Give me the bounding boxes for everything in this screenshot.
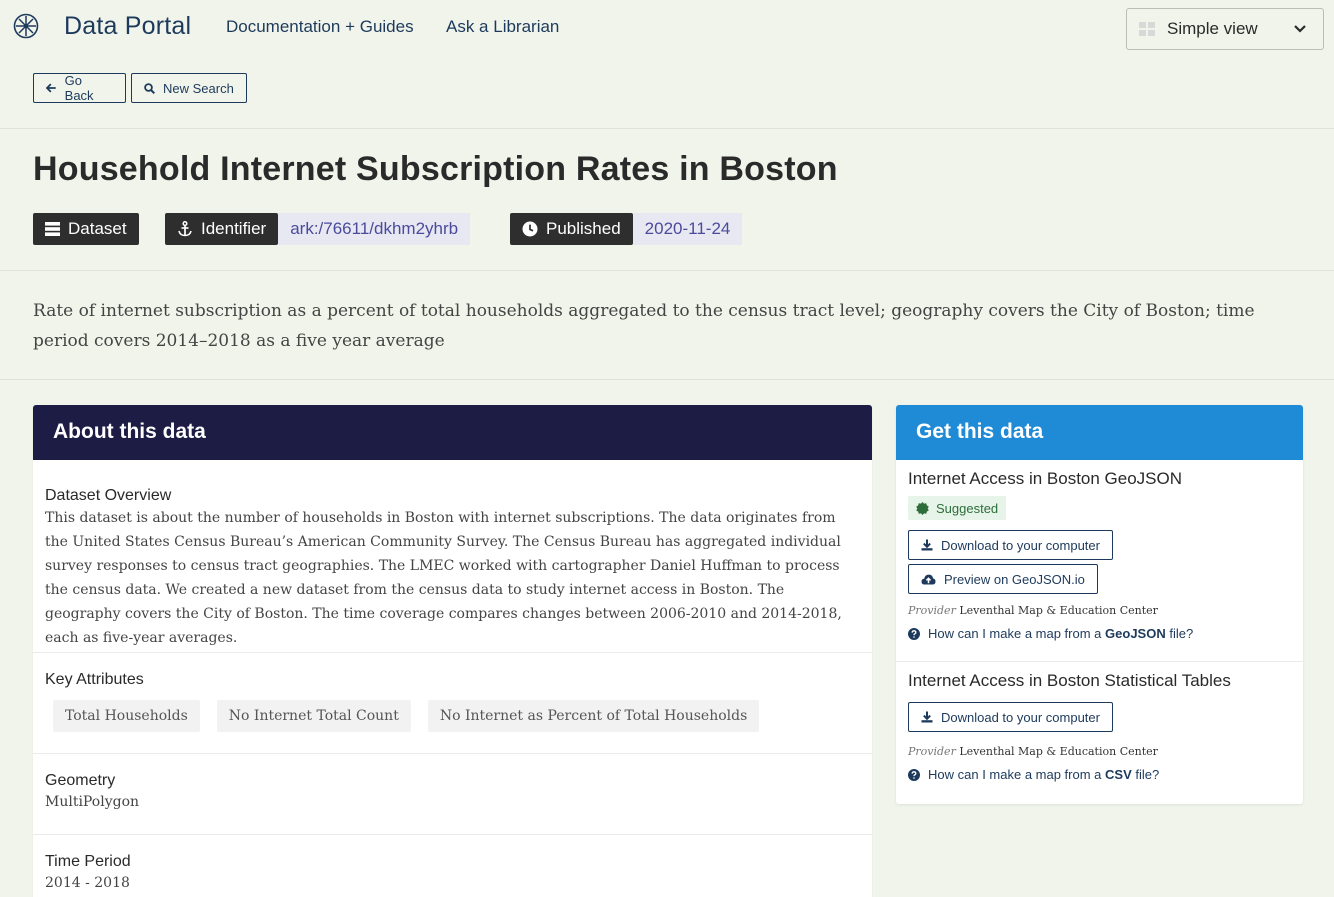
about-card-heading: About this data	[33, 405, 872, 460]
question-circle-icon	[908, 768, 920, 781]
get-data-card: Get this data Internet Access in Boston …	[896, 405, 1303, 804]
geometry-value: MultiPolygon	[45, 794, 140, 810]
attribute-chip: No Internet Total Count	[216, 700, 411, 732]
about-card: About this data Dataset Overview This da…	[33, 405, 872, 897]
provider-line: Provider Leventhal Map & Education Cente…	[908, 604, 1291, 617]
time-period-title: Time Period	[45, 853, 131, 870]
new-search-label: New Search	[163, 80, 234, 96]
clock-icon	[522, 221, 538, 237]
divider	[0, 270, 1334, 271]
help-link-prefix: How can I make a map from a	[928, 767, 1102, 782]
download-button-label: Download to your computer	[941, 537, 1100, 553]
attribute-chip: Total Households	[53, 700, 200, 732]
help-link-format: CSV	[1105, 767, 1132, 782]
geometry-section: Geometry MultiPolygon	[33, 754, 872, 835]
provider-label: Provider	[908, 745, 956, 758]
published-label: Published	[546, 219, 621, 238]
time-period-section: Time Period 2014 - 2018	[33, 835, 872, 897]
get-data-heading: Get this data	[896, 405, 1303, 460]
help-link-suffix: file?	[1135, 767, 1160, 782]
attributes-title: Key Attributes	[45, 671, 144, 688]
view-select[interactable]: Simple view	[1126, 8, 1324, 50]
nav-link-ask-librarian[interactable]: Ask a Librarian	[446, 17, 559, 37]
divider	[0, 128, 1334, 129]
nav-link-documentation[interactable]: Documentation + Guides	[226, 17, 414, 37]
identifier-label: Identifier	[201, 219, 267, 238]
go-back-label: Go Back	[64, 73, 94, 103]
database-icon	[45, 222, 60, 236]
overview-title: Dataset Overview	[45, 487, 172, 504]
grid-icon	[1139, 22, 1155, 36]
top-nav: Data Portal Documentation + Guides Ask a…	[0, 0, 1334, 56]
download-icon	[921, 539, 933, 551]
page-title: Household Internet Subscription Rates in…	[33, 150, 838, 188]
overview-body: This dataset is about the number of hous…	[45, 510, 842, 646]
published-value: 2020-11-24	[632, 213, 743, 245]
arrow-left-icon	[46, 83, 56, 93]
go-back-button[interactable]: Go Back	[33, 73, 126, 103]
preview-button-label: Preview on GeoJSON.io	[944, 571, 1085, 587]
badge-check-icon	[916, 501, 929, 515]
resource-item: Internet Access in Boston Statistical Ta…	[896, 662, 1303, 782]
resource-item: Internet Access in Boston GeoJSON Sugges…	[896, 460, 1303, 662]
preview-geojson-button[interactable]: Preview on GeoJSON.io	[908, 564, 1098, 594]
download-icon	[921, 711, 933, 723]
anchor-icon	[178, 221, 192, 237]
help-link-prefix: How can I make a map from a	[928, 626, 1102, 641]
suggested-badge: Suggested	[908, 496, 1007, 520]
view-select-label: Simple view	[1167, 19, 1258, 38]
suggested-badge-label: Suggested	[936, 500, 999, 516]
resource-title: Internet Access in Boston Statistical Ta…	[908, 671, 1231, 690]
type-badge-label: Dataset	[68, 219, 127, 238]
type-badge: Dataset	[33, 213, 139, 245]
geometry-title: Geometry	[45, 772, 116, 789]
help-link-suffix: file?	[1169, 626, 1194, 641]
identifier-value[interactable]: ark:/76611/dkhm2yhrb	[278, 213, 471, 245]
divider	[0, 379, 1334, 380]
record-description: Rate of internet subscription as a perce…	[33, 301, 1255, 351]
brand-link[interactable]: Data Portal	[64, 12, 191, 41]
attribute-chip: No Internet as Percent of Total Househol…	[427, 700, 760, 732]
provider-name: Leventhal Map & Education Center	[959, 604, 1158, 617]
provider-name: Leventhal Map & Education Center	[959, 745, 1158, 758]
overview-section: Dataset Overview This dataset is about t…	[33, 460, 872, 653]
resource-title: Internet Access in Boston GeoJSON	[908, 469, 1183, 488]
question-circle-icon	[908, 627, 920, 640]
identifier-badge: Identifier ark:/76611/dkhm2yhrb	[165, 213, 471, 245]
help-link-csv[interactable]: How can I make a map from a CSV file?	[908, 767, 1291, 782]
cloud-upload-icon	[921, 574, 936, 584]
new-search-button[interactable]: New Search	[131, 73, 247, 103]
chevron-down-icon	[1294, 25, 1306, 33]
attributes-section: Key Attributes Total Households No Inter…	[33, 653, 872, 754]
published-badge: Published 2020-11-24	[510, 213, 743, 245]
compass-logo-icon[interactable]	[13, 13, 39, 39]
download-button-label: Download to your computer	[941, 709, 1100, 725]
help-link-format: GeoJSON	[1105, 626, 1166, 641]
help-link-geojson[interactable]: How can I make a map from a GeoJSON file…	[908, 626, 1291, 641]
time-period-value: 2014 - 2018	[45, 875, 130, 891]
attributes-list: Total Households No Internet Total Count…	[45, 700, 860, 732]
search-icon	[144, 82, 155, 94]
download-button[interactable]: Download to your computer	[908, 530, 1113, 560]
provider-line: Provider Leventhal Map & Education Cente…	[908, 745, 1291, 758]
download-button[interactable]: Download to your computer	[908, 702, 1113, 732]
provider-label: Provider	[908, 604, 956, 617]
